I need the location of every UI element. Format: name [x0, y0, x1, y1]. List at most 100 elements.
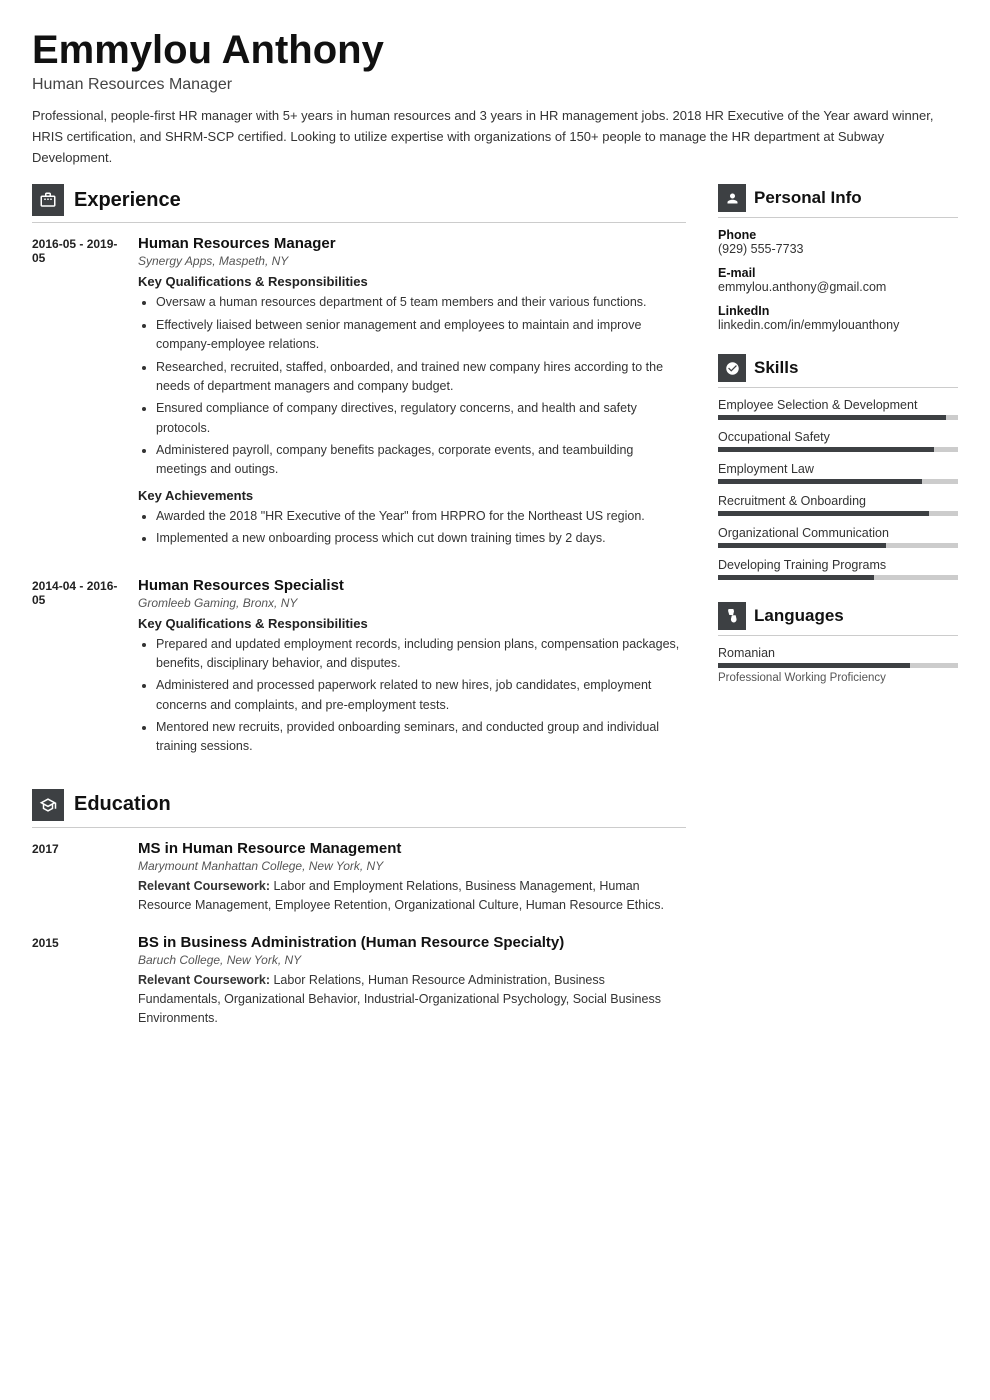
email-label: E-mail	[718, 266, 958, 280]
skill-name-2: Employment Law	[718, 462, 958, 476]
skills-section: Skills Employee Selection & Development …	[718, 354, 958, 580]
skill-bar-bg-0	[718, 415, 958, 420]
personal-info-section: Personal Info Phone (929) 555-7733 E-mai…	[718, 184, 958, 332]
exp-qual-item: Mentored new recruits, provided onboardi…	[156, 718, 686, 757]
candidate-name: Emmylou Anthony	[32, 28, 958, 72]
linkedin-value: linkedin.com/in/emmylouanthony	[718, 318, 958, 332]
edu-degree-1: MS in Human Resource Management	[138, 840, 686, 857]
exp-item-1: 2016-05 - 2019-05 Human Resources Manage…	[32, 235, 686, 556]
education-section-header: Education	[32, 789, 686, 828]
lang-level-0: Professional Working Proficiency	[718, 672, 958, 684]
personal-info-title: Personal Info	[754, 188, 862, 208]
right-column: Personal Info Phone (929) 555-7733 E-mai…	[718, 184, 958, 1368]
exp-date-2: 2014-04 - 2016-05	[32, 577, 122, 765]
education-icon	[32, 789, 64, 821]
experience-title: Experience	[74, 189, 181, 212]
exp-ach-heading-1: Key Achievements	[138, 488, 686, 503]
skill-bar-fill-4	[718, 543, 886, 548]
skills-header: Skills	[718, 354, 958, 388]
skill-item-2: Employment Law	[718, 462, 958, 484]
exp-company-2: Gromleeb Gaming, Bronx, NY	[138, 596, 686, 610]
candidate-subtitle: Human Resources Manager	[32, 76, 958, 94]
skill-name-0: Employee Selection & Development	[718, 398, 958, 412]
skills-title: Skills	[754, 358, 798, 378]
lang-bar-bg-0	[718, 663, 958, 668]
candidate-summary: Professional, people-first HR manager wi…	[32, 106, 958, 168]
resume-wrapper: Emmylou Anthony Human Resources Manager …	[0, 0, 990, 1400]
skill-name-3: Recruitment & Onboarding	[718, 494, 958, 508]
exp-qual-item: Effectively liaised between senior manag…	[156, 316, 686, 355]
skill-item-1: Occupational Safety	[718, 430, 958, 452]
skill-bar-fill-3	[718, 511, 929, 516]
languages-title: Languages	[754, 606, 844, 626]
exp-qual-item: Oversaw a human resources department of …	[156, 293, 686, 312]
skill-item-3: Recruitment & Onboarding	[718, 494, 958, 516]
personal-info-icon	[718, 184, 746, 212]
exp-title-1: Human Resources Manager	[138, 235, 686, 252]
skill-bar-bg-4	[718, 543, 958, 548]
edu-item-1: 2017 MS in Human Resource Management Mar…	[32, 840, 686, 916]
exp-qual-item: Ensured compliance of company directives…	[156, 399, 686, 438]
skill-bar-bg-2	[718, 479, 958, 484]
languages-container: Romanian Professional Working Proficienc…	[718, 646, 958, 684]
exp-qual-item: Prepared and updated employment records,…	[156, 635, 686, 674]
exp-body-2: Human Resources Specialist Gromleeb Gami…	[138, 577, 686, 765]
exp-title-2: Human Resources Specialist	[138, 577, 686, 594]
experience-section-header: Experience	[32, 184, 686, 223]
skills-container: Employee Selection & Development Occupat…	[718, 398, 958, 580]
education-title: Education	[74, 793, 171, 816]
edu-coursework-1: Relevant Coursework: Labor and Employmen…	[138, 877, 686, 916]
lang-bar-fill-0	[718, 663, 910, 668]
exp-date-1: 2016-05 - 2019-05	[32, 235, 122, 556]
skill-name-5: Developing Training Programs	[718, 558, 958, 572]
email-item: E-mail emmylou.anthony@gmail.com	[718, 266, 958, 294]
edu-school-2: Baruch College, New York, NY	[138, 953, 686, 967]
skill-bar-fill-1	[718, 447, 934, 452]
edu-coursework-label-1: Relevant Coursework:	[138, 879, 270, 893]
exp-qual-list-2: Prepared and updated employment records,…	[138, 635, 686, 757]
linkedin-label: LinkedIn	[718, 304, 958, 318]
exp-ach-item: Awarded the 2018 "HR Executive of the Ye…	[156, 507, 686, 526]
skill-bar-fill-0	[718, 415, 946, 420]
edu-item-2: 2015 BS in Business Administration (Huma…	[32, 934, 686, 1029]
left-column: Experience 2016-05 - 2019-05 Human Resou…	[32, 184, 686, 1368]
languages-section: Languages Romanian Professional Working …	[718, 602, 958, 684]
exp-company-1: Synergy Apps, Maspeth, NY	[138, 254, 686, 268]
skill-name-4: Organizational Communication	[718, 526, 958, 540]
lang-item-0: Romanian Professional Working Proficienc…	[718, 646, 958, 684]
edu-year-2: 2015	[32, 934, 122, 1029]
languages-icon	[718, 602, 746, 630]
phone-value: (929) 555-7733	[718, 242, 958, 256]
exp-qual-item: Researched, recruited, staffed, onboarde…	[156, 358, 686, 397]
exp-item-2: 2014-04 - 2016-05 Human Resources Specia…	[32, 577, 686, 765]
linkedin-item: LinkedIn linkedin.com/in/emmylouanthony	[718, 304, 958, 332]
education-section: Education 2017 MS in Human Resource Mana…	[32, 789, 686, 1029]
personal-info-header: Personal Info	[718, 184, 958, 218]
skill-item-5: Developing Training Programs	[718, 558, 958, 580]
exp-qual-item: Administered and processed paperwork rel…	[156, 676, 686, 715]
skill-bar-fill-5	[718, 575, 874, 580]
edu-year-1: 2017	[32, 840, 122, 916]
exp-qual-item: Administered payroll, company benefits p…	[156, 441, 686, 480]
exp-ach-item: Implemented a new onboarding process whi…	[156, 529, 686, 548]
exp-ach-list-1: Awarded the 2018 "HR Executive of the Ye…	[138, 507, 686, 549]
content-area: Experience 2016-05 - 2019-05 Human Resou…	[0, 184, 990, 1400]
header-section: Emmylou Anthony Human Resources Manager …	[0, 0, 990, 184]
lang-name-0: Romanian	[718, 646, 958, 660]
skill-bar-bg-5	[718, 575, 958, 580]
email-value: emmylou.anthony@gmail.com	[718, 280, 958, 294]
edu-coursework-2: Relevant Coursework: Labor Relations, Hu…	[138, 971, 686, 1029]
languages-header: Languages	[718, 602, 958, 636]
exp-qual-list-1: Oversaw a human resources department of …	[138, 293, 686, 479]
edu-school-1: Marymount Manhattan College, New York, N…	[138, 859, 686, 873]
skill-name-1: Occupational Safety	[718, 430, 958, 444]
exp-body-1: Human Resources Manager Synergy Apps, Ma…	[138, 235, 686, 556]
skill-bar-bg-1	[718, 447, 958, 452]
skill-bar-bg-3	[718, 511, 958, 516]
skill-item-4: Organizational Communication	[718, 526, 958, 548]
skills-icon	[718, 354, 746, 382]
experience-icon	[32, 184, 64, 216]
experience-section: Experience 2016-05 - 2019-05 Human Resou…	[32, 184, 686, 764]
edu-degree-2: BS in Business Administration (Human Res…	[138, 934, 686, 951]
edu-body-1: MS in Human Resource Management Marymoun…	[138, 840, 686, 916]
